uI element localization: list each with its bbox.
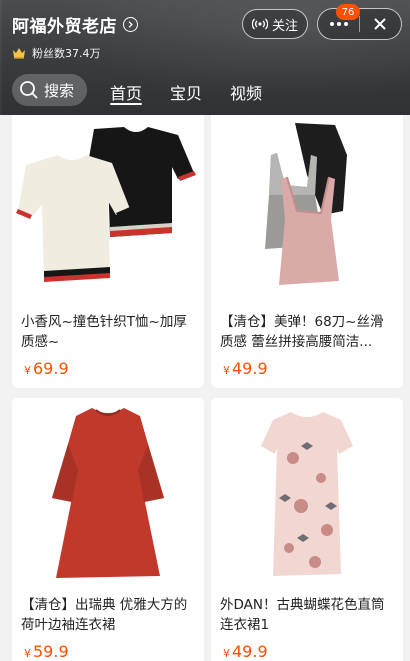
tab-home[interactable]: 首页 [110,80,142,104]
product-card[interactable]: 外DAN！古典蝴蝶花色直筒连衣裙1 ¥49.9 [211,398,403,661]
message-badge: 76 [336,4,360,20]
close-icon[interactable] [360,9,401,39]
product-image[interactable] [211,398,403,588]
store-name[interactable]: 阿福外贸老店 [12,12,117,37]
product-price: ¥69.9 [24,359,69,378]
crown-icon [13,48,25,59]
store-header: 阿福外贸老店 粉丝数37.4万 关注 76 搜索 首页 宝贝 视频 [0,0,410,115]
active-tab-indicator [110,103,142,105]
tab-video[interactable]: 视频 [230,80,262,104]
price-value: 69.9 [33,359,69,378]
product-price: ¥49.9 [223,642,268,661]
follow-label: 关注 [271,18,298,34]
currency-symbol: ¥ [24,364,31,377]
product-image[interactable] [12,115,204,305]
product-image[interactable] [12,398,204,588]
broadcast-icon [251,18,268,30]
currency-symbol: ¥ [24,647,31,660]
product-card[interactable]: 【清仓】出瑞典 优雅大方的荷叶边袖连衣裙 ¥59.9 [12,398,204,661]
store-title-row[interactable]: 阿福外贸老店 [12,12,138,37]
price-value: 49.9 [232,359,268,378]
search-label: 搜索 [44,81,75,100]
price-value: 49.9 [232,642,268,661]
currency-symbol: ¥ [223,647,230,660]
product-title[interactable]: 小香风~撞色针织T恤~加厚质感~ [21,312,197,352]
product-title[interactable]: 【清仓】出瑞典 优雅大方的荷叶边袖连衣裙 [21,595,197,635]
chevron-right-circle-icon[interactable] [123,17,138,32]
follow-button[interactable]: 关注 [242,9,308,39]
fans-row: 粉丝数37.4万 [12,45,101,61]
price-value: 59.9 [33,642,69,661]
product-title[interactable]: 外DAN！古典蝴蝶花色直筒连衣裙1 [220,595,396,635]
product-title[interactable]: 【清仓】美弹！68刀~丝滑质感 蕾丝拼接高腰简洁... [220,312,396,352]
product-price: ¥59.9 [24,642,69,661]
product-image[interactable] [211,115,403,305]
product-card[interactable]: 【清仓】美弹！68刀~丝滑质感 蕾丝拼接高腰简洁... ¥49.9 [211,115,403,388]
search-icon [20,81,38,99]
tab-items[interactable]: 宝贝 [170,80,202,104]
search-button[interactable]: 搜索 [12,74,87,106]
product-card[interactable]: 小香风~撞色针织T恤~加厚质感~ ¥69.9 [12,115,204,388]
fans-count: 粉丝数37.4万 [32,47,101,60]
product-price: ¥49.9 [223,359,268,378]
currency-symbol: ¥ [223,364,230,377]
